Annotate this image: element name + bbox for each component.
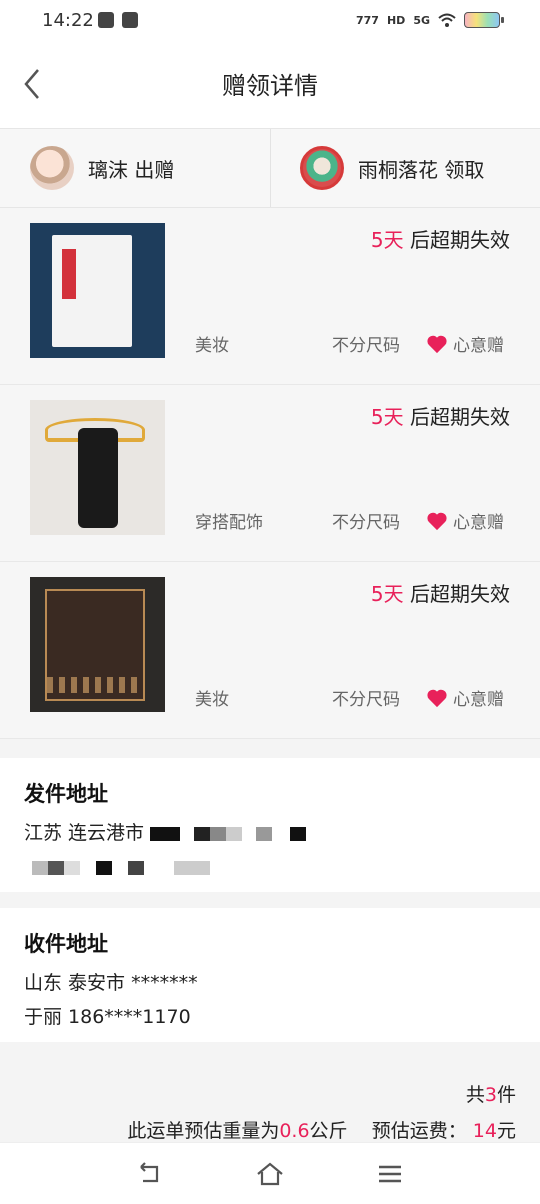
item-category: 穿搭配饰: [195, 513, 263, 533]
home-icon[interactable]: [255, 1159, 285, 1189]
product-image[interactable]: [30, 400, 165, 535]
send-address-line2: [24, 850, 516, 884]
gift-label: 心意赠: [453, 690, 504, 710]
wifi-icon: [438, 13, 456, 27]
expire-notice: 5天 后超期失效: [371, 401, 510, 430]
status-bar: 14:22 777 HD 5G: [0, 0, 540, 42]
product-image[interactable]: [30, 577, 165, 712]
fee-label: 预估运费：: [371, 1120, 467, 1142]
menu-icon[interactable]: [375, 1159, 405, 1189]
gift-type: 心意赠: [426, 508, 504, 533]
redacted-mosaic: [150, 826, 307, 841]
receiver-info[interactable]: 雨桐落花 领取: [300, 129, 484, 207]
heart-icon: [427, 689, 447, 707]
item-size: 不分尺码: [332, 690, 400, 710]
gift-label: 心意赠: [453, 513, 504, 533]
receive-address-title: 收件地址: [24, 932, 108, 956]
count-suffix: 件: [496, 1084, 516, 1106]
item-category: 美妆: [195, 336, 229, 356]
expire-notice: 5天 后超期失效: [371, 224, 510, 253]
expire-text: 后超期失效: [403, 582, 510, 606]
expire-notice: 5天 后超期失效: [371, 578, 510, 607]
receive-address-line2: 于丽 186****1170: [24, 1006, 191, 1028]
mail-icon: [98, 12, 114, 28]
item-category: 美妆: [195, 690, 229, 710]
send-address-region: 江苏 连云港市: [24, 822, 145, 844]
header-bar: 赠领详情: [0, 42, 540, 128]
send-address-card: 发件地址 江苏 连云港市: [0, 758, 540, 892]
giver-info[interactable]: 璃沫 出赠: [30, 129, 174, 207]
divider: [270, 129, 271, 207]
item-size: 不分尺码: [332, 513, 400, 533]
status-time: 14:22: [42, 10, 94, 31]
gift-label: 心意赠: [453, 336, 504, 356]
hd-icon: HD: [386, 13, 406, 27]
list-item[interactable]: 5天 后超期失效 穿搭配饰 不分尺码 心意赠: [0, 385, 540, 562]
fee-value: 14: [472, 1120, 497, 1142]
gift-type: 心意赠: [426, 331, 504, 356]
receiver-avatar[interactable]: [300, 146, 344, 190]
weight-value: 0.6: [279, 1120, 310, 1142]
item-count: 共3件: [466, 1080, 516, 1107]
parties-row: 璃沫 出赠 雨桐落花 领取: [0, 128, 540, 208]
heart-icon: [427, 512, 447, 530]
expire-text: 后超期失效: [403, 228, 510, 252]
fee-unit: 元: [496, 1120, 516, 1142]
receive-address-line1: 山东 泰安市 *******: [24, 972, 198, 994]
speed-indicator: 777: [356, 13, 379, 27]
page-title: 赠领详情: [222, 72, 318, 100]
expire-days: 5天: [370, 582, 404, 606]
giver-name: 璃沫 出赠: [88, 157, 175, 182]
item-list: 5天 后超期失效 美妆 不分尺码 心意赠 5天 后超期失效 穿搭配饰 不分尺码 …: [0, 208, 540, 739]
weight-prefix: 此运单预估重量为: [127, 1120, 280, 1142]
list-item[interactable]: 5天 后超期失效 美妆 不分尺码 心意赠: [0, 208, 540, 385]
system-nav-bar: [0, 1142, 540, 1204]
list-item[interactable]: 5天 后超期失效 美妆 不分尺码 心意赠: [0, 562, 540, 739]
weight-fee-line: 此运单预估重量为0.6公斤 预估运费： 14元: [127, 1116, 516, 1143]
send-address-line1: 江苏 连云港市: [24, 816, 516, 850]
receive-address-card: 收件地址 山东 泰安市 ******* 于丽 186****1170: [0, 908, 540, 1042]
count-value: 3: [484, 1084, 497, 1106]
weight-unit: 公斤: [309, 1120, 348, 1142]
bolt-icon: [122, 12, 138, 28]
redacted-mosaic: [32, 860, 210, 875]
heart-icon: [427, 335, 447, 353]
back-icon[interactable]: [135, 1159, 165, 1189]
gift-type: 心意赠: [426, 685, 504, 710]
shipping-summary: 共3件 此运单预估重量为0.6公斤 预估运费： 14元: [0, 1042, 540, 1142]
receiver-name: 雨桐落花 领取: [358, 157, 485, 182]
product-image[interactable]: [30, 223, 165, 358]
item-size: 不分尺码: [332, 336, 400, 356]
status-indicators: 777 HD 5G: [356, 12, 504, 28]
battery-icon: [464, 12, 504, 28]
send-address-title: 发件地址: [24, 782, 108, 806]
expire-days: 5天: [370, 405, 404, 429]
expire-days: 5天: [370, 228, 404, 252]
giver-avatar[interactable]: [30, 146, 74, 190]
signal-icon: 5G: [413, 13, 430, 27]
count-prefix: 共: [465, 1084, 485, 1106]
expire-text: 后超期失效: [403, 405, 510, 429]
